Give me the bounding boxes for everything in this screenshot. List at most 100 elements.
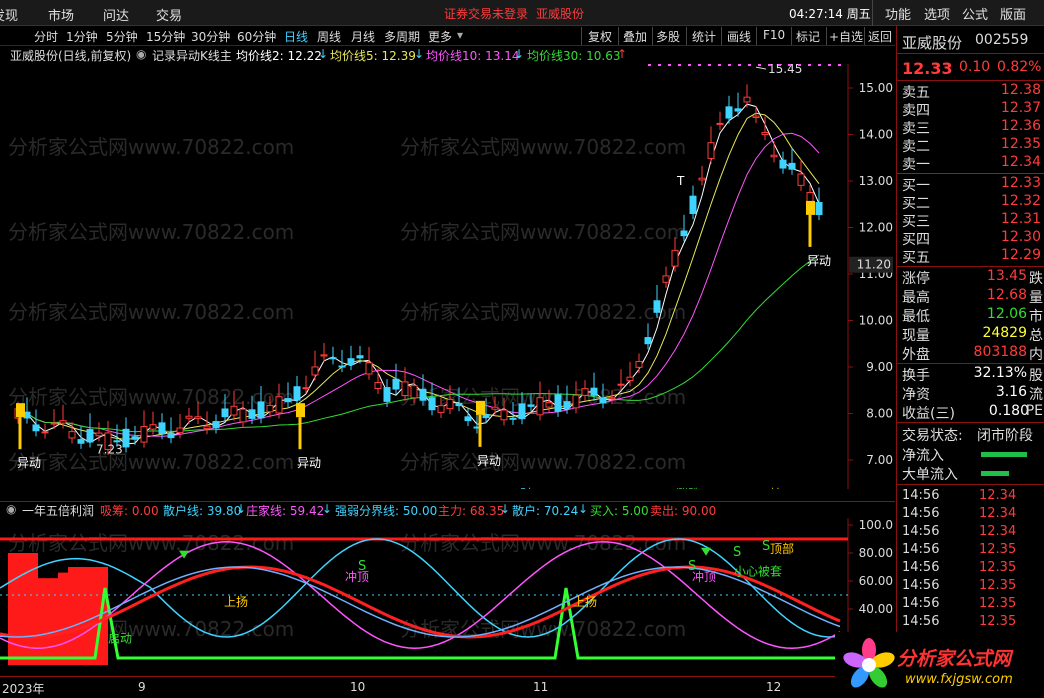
xaxis-oct: 10 [350,680,366,694]
watermark-text: 分析家公式网www.70822.com [8,300,294,324]
candle-body [662,275,670,283]
watermark-text: 分析家公式网www.70822.com [400,135,686,159]
indicator-settings-icon[interactable]: ◉ [6,502,16,516]
top-dot [748,64,751,66]
candle-body [653,300,661,313]
candle-body [446,398,454,410]
candle-body [221,408,229,418]
period-60min[interactable]: 60分钟 [237,28,276,45]
candle-body [122,428,130,448]
period-monthly[interactable]: 月线 [351,28,375,45]
ind-retail2-arrow-icon: ↓ [578,502,589,516]
tool-stats[interactable]: 统计 [692,28,716,45]
candle-body [518,403,526,420]
candle-body [32,424,40,432]
ma10-label: 均价线10: 13.14 [426,49,520,63]
menu-discover[interactable]: 发现 [0,5,18,24]
top-dot [698,64,701,66]
login-warning[interactable]: 证券交易未登录 [444,5,528,22]
tool-draw[interactable]: 画线 [727,28,751,45]
candle-body [275,396,283,414]
formula-name[interactable]: 记录异动K线主 [152,47,232,64]
menu-formula[interactable]: 公式 [962,4,988,23]
ma5-label: 均价线5: 12.39 [330,49,416,63]
indicator-chart[interactable]: 分析家公式网www.70822.com 分析家公式网www.70822.com分析… [0,518,895,676]
indicator-name[interactable]: 一年五倍利润 [22,502,94,519]
menu-trade[interactable]: 交易 [156,5,182,24]
site-logo: 分析家公式网 www.fxjgsw.com [835,632,1044,698]
ind-axis-label: 100.0 [859,518,893,532]
candle-body [608,396,616,400]
tool-add-watch[interactable]: +自选 [829,28,863,45]
signal-candle [806,200,815,215]
candle-body [734,108,742,112]
candle-body [77,439,85,444]
top-dot [718,64,721,66]
tool-adjust[interactable]: 复权 [588,28,612,45]
period-toolbar: 分时 1分钟 5分钟 15分钟 30分钟 60分钟 日线 周线 月线 多周期 更… [0,26,895,46]
tool-mark[interactable]: 标记 [796,28,820,45]
menu-market[interactable]: 市场 [48,5,74,24]
candle-body [536,397,544,416]
careful-label: 小心被套 [734,564,782,578]
candle-body [293,386,301,401]
menu-function[interactable]: 功能 [885,4,911,23]
candle-body [743,96,751,103]
period-daily[interactable]: 日线 [284,28,308,45]
big-order-bar [981,471,1009,476]
candle-body [95,432,103,437]
period-more[interactable]: 更多 [428,28,452,45]
s-marker: S [688,559,696,574]
logo-url: www.fxjgsw.com [905,672,1013,687]
period-multi[interactable]: 多周期 [384,28,420,45]
tool-overlay[interactable]: 叠加 [623,28,647,45]
period-1min[interactable]: 1分钟 [66,28,98,45]
kline-chart[interactable]: 分析家公式网www.70822.com 分析家公式网www.70822.com 分析… [0,64,895,489]
candle-body [788,162,796,170]
price-axis-label: 14.00 [859,128,893,142]
tick-row: 14:56 12.35 [902,614,1017,629]
candle-body [158,422,166,435]
signal-label: 异动 [17,456,41,470]
candle-body [41,431,49,434]
formula-settings-icon[interactable]: ◉ [136,47,146,61]
xaxis-dec: 12 [766,680,782,694]
signal-candle [476,400,485,415]
top-dot [788,64,791,66]
rise-label: 上扬 [573,594,597,609]
candle-body [770,154,778,158]
tool-back[interactable]: 返回 [868,28,892,45]
candle-body [68,431,76,439]
ind-main-arrow-icon: ↓ [500,502,511,516]
candle-body [230,405,238,416]
candle-body [284,398,292,403]
period-timeshare[interactable]: 分时 [34,28,58,45]
period-30min[interactable]: 30分钟 [191,28,230,45]
ind-boundary: 强弱分界线: 50.00 [335,504,438,518]
bid-row: 买五 12.29 [902,247,1041,266]
menu-layout[interactable]: 版面 [1000,4,1026,23]
signal-label: 异动 [807,254,831,268]
price-axis-label: 9.00 [866,360,893,374]
candle-body [410,385,418,399]
ind-retail: 散户: 70.24 [512,504,579,518]
menu-options[interactable]: 选项 [924,4,950,23]
period-15min[interactable]: 15分钟 [146,28,185,45]
absorb-bar [58,572,68,665]
sell-arrow-icon [701,547,711,556]
ma30-arrow-icon: ↑ [617,47,628,61]
candle-body [302,387,310,390]
candle-body [428,397,436,411]
tool-multistock[interactable]: 多股 [656,28,680,45]
price-axis-label: 13.00 [859,174,893,188]
period-weekly[interactable]: 周线 [317,28,341,45]
more-chevron-down-icon[interactable]: ▾ [457,28,463,42]
tool-f10[interactable]: F10 [763,28,785,42]
absorb-bar [18,553,28,665]
menu-wenda[interactable]: 问达 [103,5,129,24]
period-5min[interactable]: 5分钟 [106,28,138,45]
ma10-arrow-icon: ↓ [514,47,525,61]
ask-row: 卖五 12.38 [902,82,1041,101]
tick-row: 14:56 12.35 [902,596,1017,611]
candle-body [572,394,580,409]
